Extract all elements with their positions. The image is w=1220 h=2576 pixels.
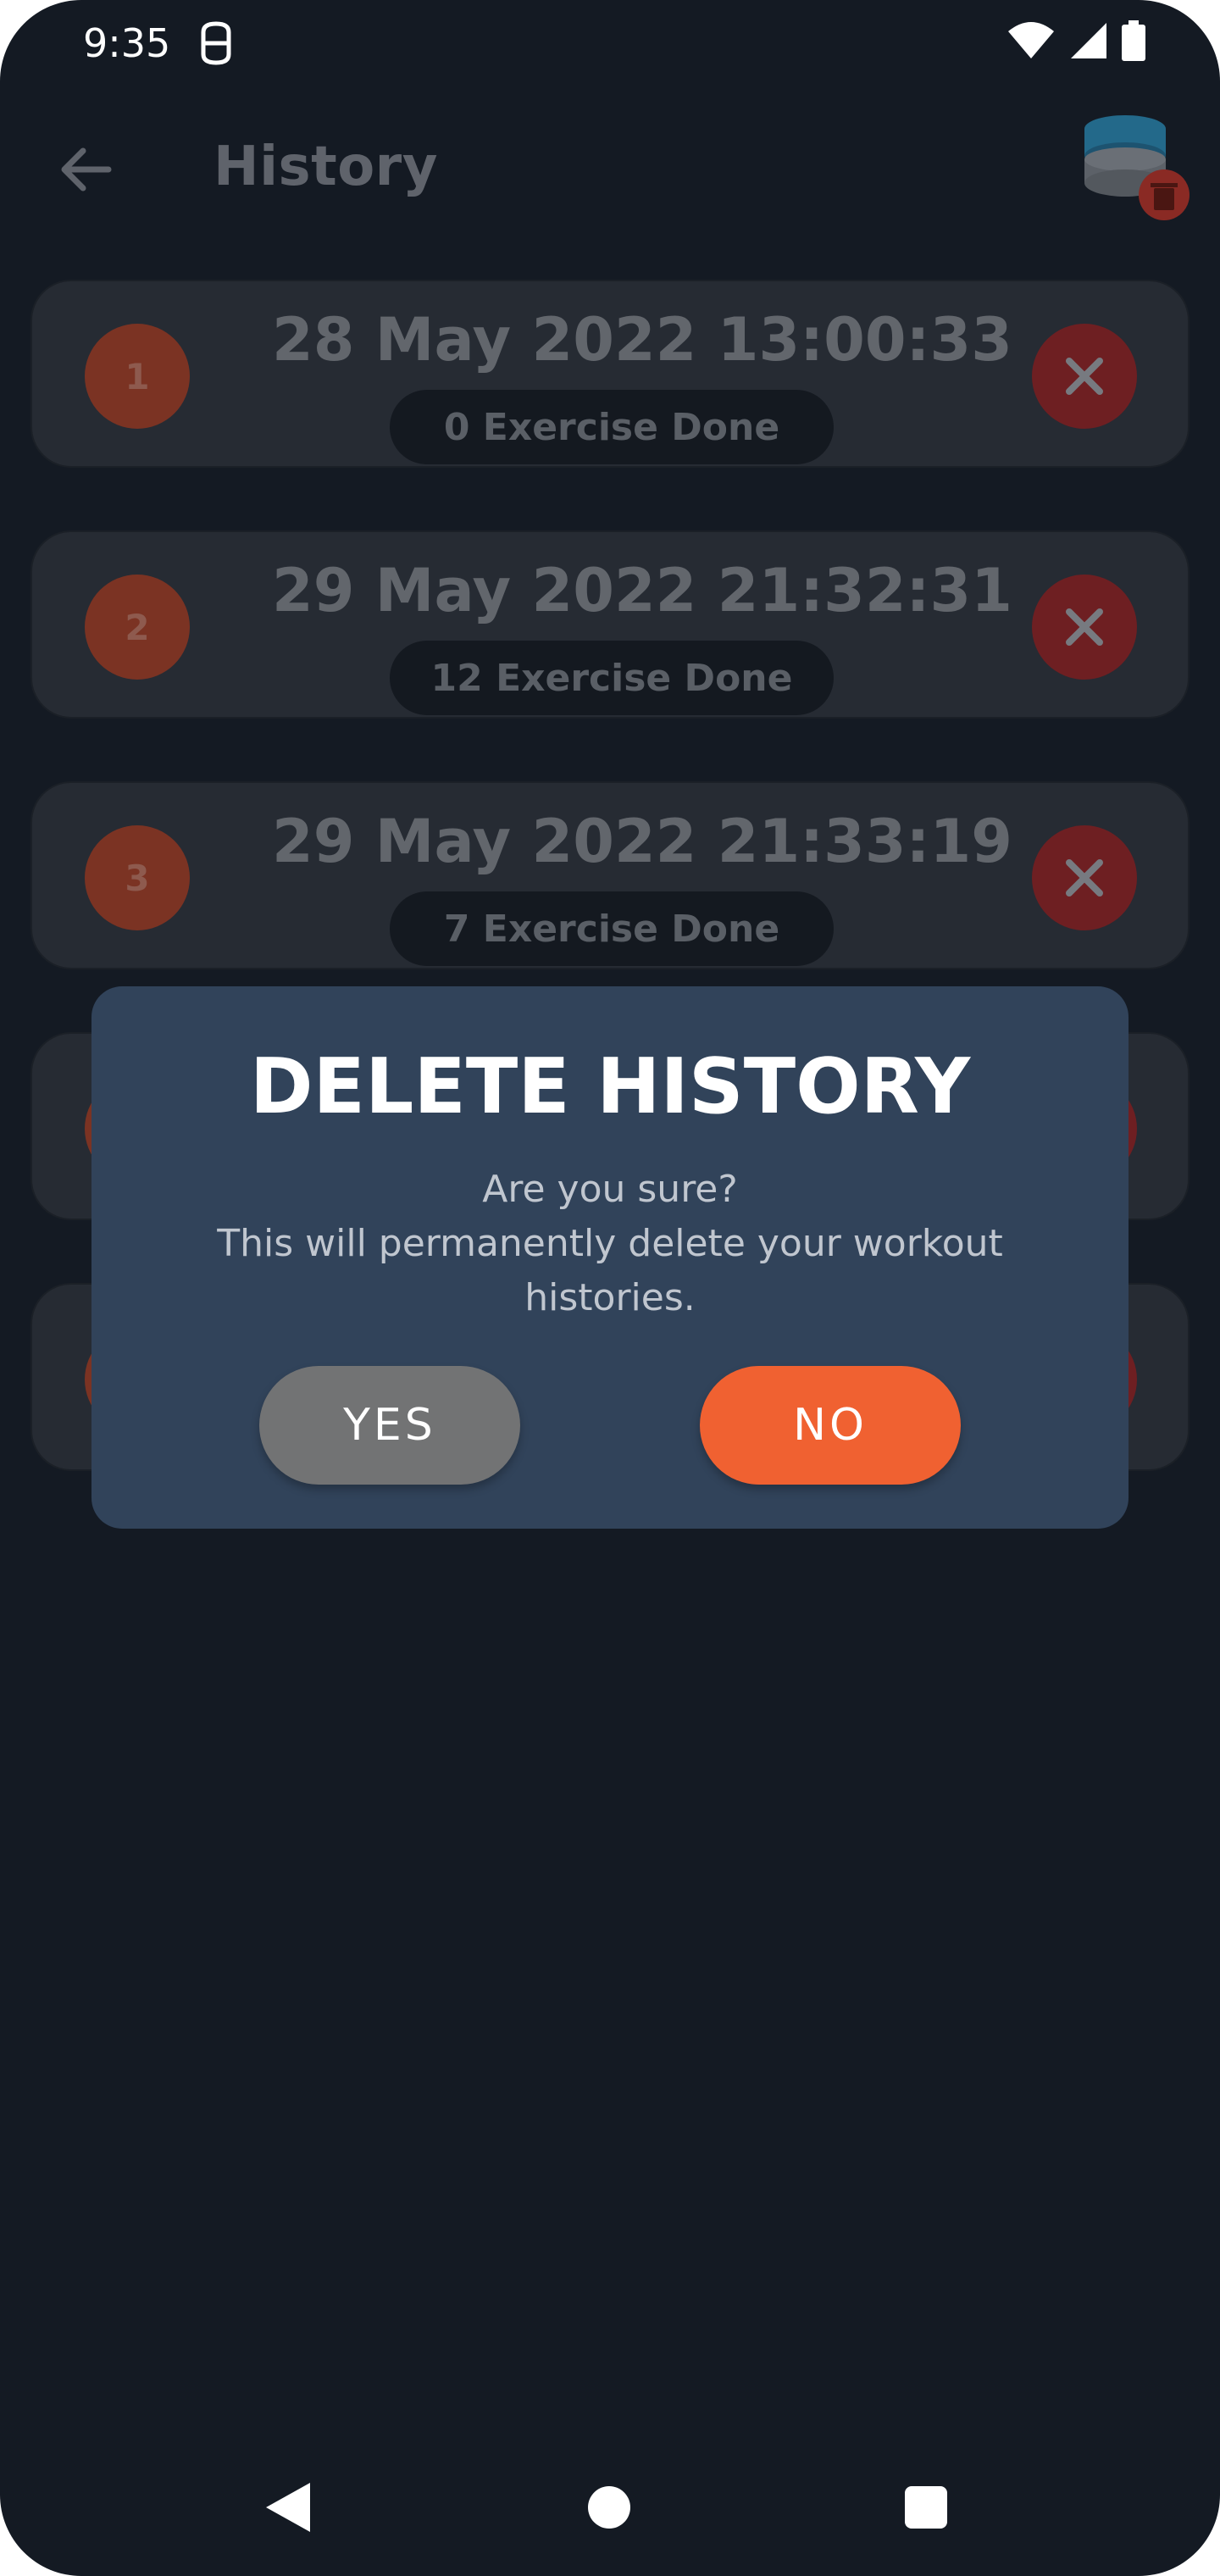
dialog-message: Are you sure? This will permanently dele…	[193, 1163, 1027, 1325]
app-screen: 9:35 History 1 28 May 2022 13:00:33 0 Ex…	[0, 0, 1220, 2576]
history-item[interactable]: 1 28 May 2022 13:00:33 0 Exercise Done	[30, 280, 1190, 468]
history-date: 29 May 2022 21:33:19	[272, 807, 1012, 876]
exercise-count-pill: 7 Exercise Done	[390, 891, 834, 966]
yes-button[interactable]: YES	[259, 1366, 520, 1485]
close-icon	[1066, 358, 1103, 395]
nav-home-icon[interactable]	[588, 2486, 630, 2529]
exercise-count-pill: 12 Exercise Done	[390, 641, 834, 715]
wifi-icon	[1008, 22, 1054, 58]
history-item[interactable]: 3 29 May 2022 21:33:19 7 Exercise Done	[30, 781, 1190, 969]
cell-signal-icon	[1071, 23, 1106, 58]
dialog-message-line: Are you sure?	[482, 1168, 738, 1211]
status-bar: 9:35	[0, 0, 1220, 85]
delete-item-button[interactable]	[1032, 324, 1137, 429]
delete-history-dialog: DELETE HISTORY Are you sure? This will p…	[92, 986, 1128, 1529]
nav-recents-icon[interactable]	[905, 2486, 947, 2529]
nav-back-icon[interactable]	[264, 2481, 312, 2534]
page-title: History	[214, 136, 438, 198]
dialog-message-line: This will permanently delete your workou…	[217, 1222, 1003, 1319]
close-icon	[1066, 608, 1103, 646]
close-icon	[1066, 859, 1103, 897]
history-date: 29 May 2022 21:32:31	[272, 556, 1012, 625]
arrow-left-icon	[61, 147, 112, 192]
history-index-badge: 3	[85, 825, 190, 930]
exercise-count-pill: 0 Exercise Done	[390, 390, 834, 464]
dialog-title: DELETE HISTORY	[249, 1042, 971, 1131]
back-button[interactable]	[51, 136, 119, 203]
battery-icon	[1122, 20, 1145, 61]
history-date: 28 May 2022 13:00:33	[272, 305, 1012, 375]
history-item[interactable]: 2 29 May 2022 21:32:31 12 Exercise Done	[30, 530, 1190, 719]
app-notification-icon	[201, 21, 231, 65]
delete-item-button[interactable]	[1032, 825, 1137, 930]
history-index-badge: 1	[85, 324, 190, 429]
status-time: 9:35	[83, 20, 171, 66]
delete-item-button[interactable]	[1032, 575, 1137, 680]
history-index-badge: 2	[85, 575, 190, 680]
app-bar: History	[0, 110, 1220, 229]
delete-all-button[interactable]	[1076, 110, 1195, 229]
database-delete-icon	[1084, 115, 1190, 220]
status-icons	[1006, 20, 1145, 61]
system-nav-bar	[0, 2457, 1220, 2559]
no-button[interactable]: NO	[700, 1366, 961, 1485]
